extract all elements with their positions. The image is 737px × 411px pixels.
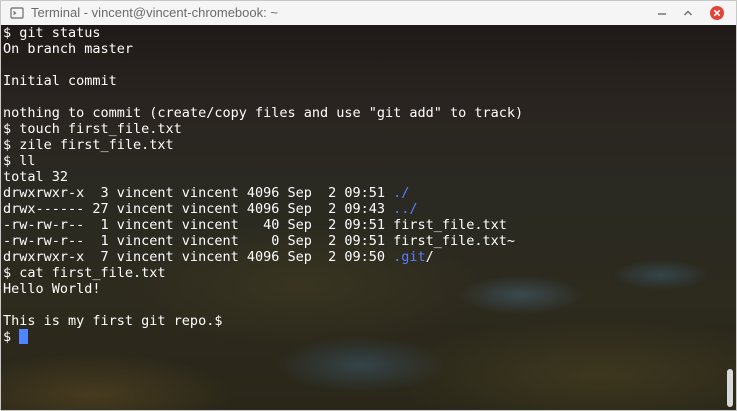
- scrollbar-thumb[interactable]: [727, 369, 733, 407]
- terminal-line-text: drwxrwxr-x 3 vincent vincent 4096 Sep 2 …: [3, 185, 394, 201]
- terminal-line-text: This is my first git repo.$: [3, 313, 223, 329]
- text-cursor: [19, 329, 29, 344]
- terminal-text: $ git status On branch master Initial comm…: [3, 25, 523, 345]
- terminal-line-text: $ touch first_file.txt: [3, 121, 182, 137]
- minimize-icon[interactable]: [654, 5, 670, 21]
- terminal-line-text: drwxrwxr-x 7 vincent vincent 4096 Sep 2 …: [3, 249, 394, 265]
- close-icon[interactable]: [709, 5, 725, 21]
- terminal-line: Initial commit: [3, 73, 523, 89]
- title-bar[interactable]: Terminal - vincent@vincent-chromebook: ~: [1, 1, 736, 25]
- terminal-line-text: -rw-rw-r-- 1 vincent vincent 40 Sep 2 09…: [3, 217, 507, 233]
- directory-name: ./: [393, 185, 410, 201]
- terminal-line-text: $ cat first_file.txt: [3, 265, 166, 281]
- terminal-line: nothing to commit (create/copy files and…: [3, 105, 523, 121]
- directory-name: ../: [393, 201, 418, 217]
- terminal-line-text: total 32: [3, 169, 69, 185]
- terminal-line-text: /: [425, 249, 434, 265]
- terminal-line-text: nothing to commit (create/copy files and…: [3, 105, 524, 121]
- terminal-line: drwxrwxr-x 3 vincent vincent 4096 Sep 2 …: [3, 185, 523, 201]
- terminal-line: -rw-rw-r-- 1 vincent vincent 40 Sep 2 09…: [3, 217, 523, 233]
- terminal-line: This is my first git repo.$: [3, 313, 523, 329]
- prompt-line: $: [3, 329, 523, 345]
- terminal-line: $ git status: [3, 25, 523, 41]
- window-title: Terminal - vincent@vincent-chromebook: ~: [31, 5, 278, 20]
- terminal-line: $ cat first_file.txt: [3, 265, 523, 281]
- terminal-line-text: $ ll: [3, 153, 36, 169]
- terminal-icon: [10, 7, 24, 19]
- maximize-icon[interactable]: [680, 5, 696, 21]
- terminal-line: total 32: [3, 169, 523, 185]
- terminal-line-text: Hello World!: [3, 281, 101, 297]
- terminal-line-text: $ zile first_file.txt: [3, 137, 174, 153]
- terminal-line: $ zile first_file.txt: [3, 137, 523, 153]
- terminal-line-text: -rw-rw-r-- 1 vincent vincent 0 Sep 2 09:…: [3, 233, 516, 249]
- terminal-window: Terminal - vincent@vincent-chromebook: ~…: [0, 0, 737, 411]
- prompt: $: [3, 329, 20, 345]
- scrollbar[interactable]: [725, 25, 735, 410]
- terminal-line: drwxrwxr-x 7 vincent vincent 4096 Sep 2 …: [3, 249, 523, 265]
- terminal-line: drwx------ 27 vincent vincent 4096 Sep 2…: [3, 201, 523, 217]
- directory-name: .git: [393, 249, 426, 265]
- terminal-line-text: $ git status: [3, 25, 101, 41]
- terminal-line-text: drwx------ 27 vincent vincent 4096 Sep 2…: [3, 201, 394, 217]
- terminal-line: $ ll: [3, 153, 523, 169]
- terminal-line: -rw-rw-r-- 1 vincent vincent 0 Sep 2 09:…: [3, 233, 523, 249]
- terminal-line-text: Initial commit: [3, 73, 117, 89]
- terminal-output[interactable]: $ git status On branch master Initial comm…: [1, 25, 736, 410]
- terminal-line: On branch master: [3, 41, 523, 57]
- terminal-line: Hello World!: [3, 281, 523, 297]
- terminal-line-text: On branch master: [3, 41, 134, 57]
- terminal-line: $ touch first_file.txt: [3, 121, 523, 137]
